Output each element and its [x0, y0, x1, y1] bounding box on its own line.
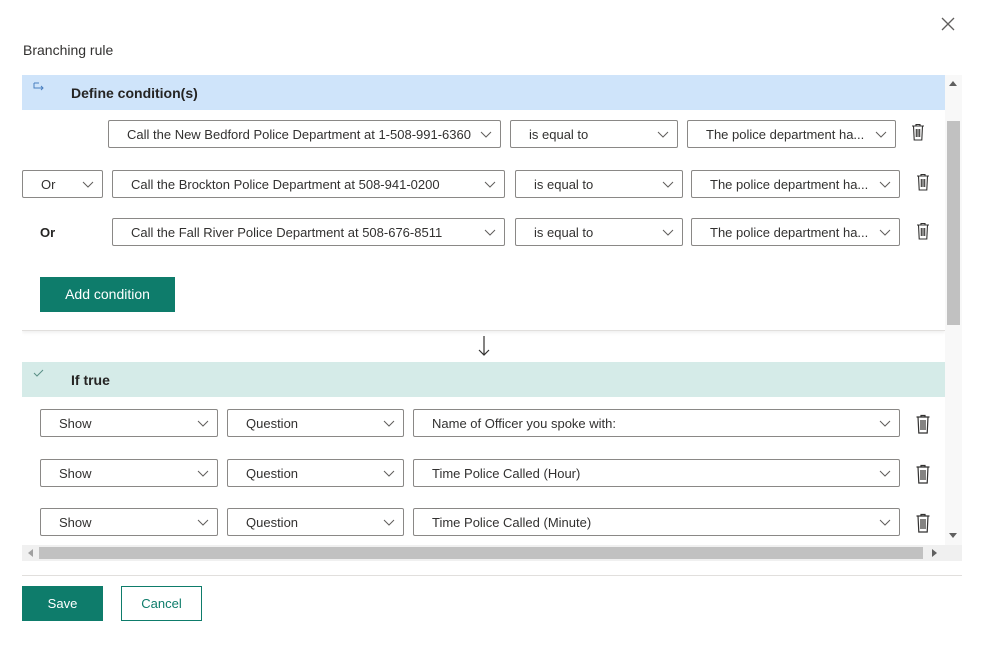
dropdown-value: Call the Brockton Police Department at 5…	[131, 177, 440, 192]
footer-divider	[22, 575, 962, 576]
dropdown-value: The police department ha...	[710, 225, 869, 240]
target-type-dropdown[interactable]: Question	[227, 409, 404, 437]
action-dropdown[interactable]: Show	[40, 508, 218, 536]
add-condition-button[interactable]: Add condition	[40, 277, 175, 312]
target-question-dropdown[interactable]: Time Police Called (Hour)	[413, 459, 900, 487]
chevron-down-icon	[197, 467, 209, 482]
condition-operator-dropdown[interactable]: is equal to	[515, 218, 683, 246]
connector-label: Or	[40, 225, 56, 240]
connector-dropdown[interactable]: Or	[22, 170, 103, 198]
condition-question-dropdown[interactable]: Call the Brockton Police Department at 5…	[112, 170, 505, 198]
delete-icon[interactable]	[915, 222, 931, 240]
chevron-down-icon	[197, 417, 209, 432]
target-type-dropdown[interactable]: Question	[227, 508, 404, 536]
chevron-down-icon	[383, 516, 395, 531]
target-question-dropdown[interactable]: Name of Officer you spoke with:	[413, 409, 900, 437]
arrow-down-icon	[477, 334, 491, 358]
chevron-down-icon	[480, 128, 492, 143]
scroll-up-icon[interactable]	[949, 81, 957, 86]
define-conditions-title: Define condition(s)	[71, 85, 198, 101]
vertical-scrollbar[interactable]	[945, 75, 962, 545]
cancel-button[interactable]: Cancel	[121, 586, 202, 621]
dropdown-value: is equal to	[534, 225, 594, 240]
rule-editor-scroll-area: Define condition(s) Call the New Bedford…	[22, 75, 962, 560]
dropdown-value: Call the Fall River Police Department at…	[131, 225, 443, 240]
dropdown-value: Question	[246, 416, 299, 431]
conditions-panel: Call the New Bedford Police Department a…	[22, 110, 945, 331]
scrollbar-corner	[945, 545, 962, 561]
action-dropdown[interactable]: Show	[40, 459, 218, 487]
horizontal-scrollbar[interactable]	[22, 545, 945, 561]
chevron-down-icon	[197, 516, 209, 531]
condition-question-dropdown[interactable]: Call the New Bedford Police Department a…	[108, 120, 501, 148]
dropdown-value: is equal to	[529, 127, 589, 142]
dropdown-value: Time Police Called (Minute)	[432, 515, 592, 530]
save-button[interactable]: Save	[22, 586, 103, 621]
chevron-down-icon	[879, 178, 891, 193]
dropdown-value: Name of Officer you spoke with:	[432, 416, 617, 431]
chevron-down-icon	[383, 467, 395, 482]
chevron-down-icon	[383, 417, 395, 432]
scroll-down-icon[interactable]	[949, 533, 957, 538]
dropdown-value: Show	[59, 416, 92, 431]
chevron-down-icon	[484, 178, 496, 193]
dropdown-value: Or	[41, 177, 56, 192]
dialog-title: Branching rule	[23, 42, 114, 58]
if-true-header: If true	[22, 362, 945, 397]
dropdown-value: Question	[246, 466, 299, 481]
define-conditions-header: Define condition(s)	[22, 75, 945, 110]
chevron-down-icon	[879, 467, 891, 482]
delete-icon[interactable]	[910, 123, 926, 141]
scroll-right-icon[interactable]	[932, 549, 937, 557]
checkmark-icon	[32, 366, 46, 384]
chevron-down-icon	[879, 516, 891, 531]
chevron-down-icon	[879, 226, 891, 241]
target-question-dropdown[interactable]: Time Police Called (Minute)	[413, 508, 900, 536]
chevron-down-icon	[875, 128, 887, 143]
dropdown-value: Time Police Called (Hour)	[432, 466, 581, 481]
scrollbar-thumb[interactable]	[947, 121, 960, 325]
delete-icon[interactable]	[915, 513, 931, 533]
delete-icon[interactable]	[915, 414, 931, 434]
dropdown-value: is equal to	[534, 177, 594, 192]
condition-value-dropdown[interactable]: The police department ha...	[687, 120, 896, 148]
dropdown-value: Question	[246, 515, 299, 530]
dropdown-value: The police department ha...	[710, 177, 869, 192]
condition-value-dropdown[interactable]: The police department ha...	[691, 218, 900, 246]
if-true-title: If true	[71, 372, 110, 388]
chevron-down-icon	[662, 226, 674, 241]
chevron-down-icon	[657, 128, 669, 143]
dropdown-value: Show	[59, 466, 92, 481]
dropdown-value: Show	[59, 515, 92, 530]
chevron-down-icon	[879, 417, 891, 432]
condition-operator-dropdown[interactable]: is equal to	[510, 120, 678, 148]
condition-question-dropdown[interactable]: Call the Fall River Police Department at…	[112, 218, 505, 246]
scrollbar-thumb[interactable]	[39, 547, 923, 559]
branch-icon	[32, 79, 46, 97]
condition-value-dropdown[interactable]: The police department ha...	[691, 170, 900, 198]
scroll-left-icon[interactable]	[28, 549, 33, 557]
dropdown-value: Call the New Bedford Police Department a…	[127, 127, 471, 142]
delete-icon[interactable]	[915, 464, 931, 484]
chevron-down-icon	[484, 226, 496, 241]
delete-icon[interactable]	[915, 173, 931, 191]
chevron-down-icon	[82, 178, 94, 193]
close-icon[interactable]	[938, 14, 958, 34]
condition-operator-dropdown[interactable]: is equal to	[515, 170, 683, 198]
action-dropdown[interactable]: Show	[40, 409, 218, 437]
target-type-dropdown[interactable]: Question	[227, 459, 404, 487]
dropdown-value: The police department ha...	[706, 127, 865, 142]
chevron-down-icon	[662, 178, 674, 193]
